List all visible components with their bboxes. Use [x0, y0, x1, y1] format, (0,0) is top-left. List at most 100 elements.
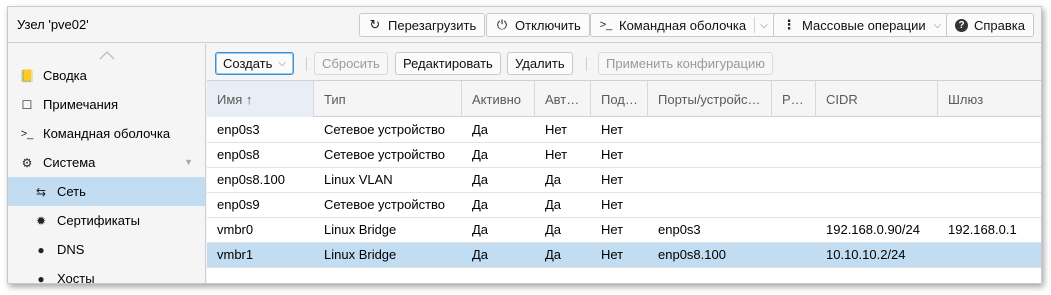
sidebar-item-label: Примечания — [43, 97, 119, 112]
cell-ports — [648, 193, 658, 217]
sidebar-item-notes[interactable]: ☐ Примечания — [8, 90, 205, 119]
edit-button[interactable]: Редактировать — [395, 52, 501, 75]
sidebar-item-network[interactable]: ⇆ Сеть — [8, 177, 205, 206]
collapse-chevron-icon[interactable]: ▼ — [184, 157, 193, 167]
network-panel: Создать ⌵ Сбросить Редактировать Удалить… — [207, 44, 1041, 283]
note-icon: ☐ — [21, 97, 33, 112]
terminal-icon: >_ — [20, 127, 34, 140]
reboot-label: Перезагрузить — [388, 17, 477, 33]
bulk-actions-button[interactable]: ⋮ Массовые операции ⌵ — [773, 13, 951, 37]
globe-icon: ● — [37, 242, 45, 257]
table-row[interactable]: enp0s8.100 Linux VLAN Да Да Нет — [207, 168, 1041, 193]
cell-vlan-aware: Нет — [601, 247, 624, 262]
column-header-type[interactable]: Тип — [314, 81, 462, 117]
revert-button[interactable]: Сбросить — [314, 52, 388, 75]
column-header-active[interactable]: Активно — [462, 81, 535, 117]
column-header-gateway[interactable]: Шлюз — [938, 81, 1041, 117]
column-header-autostart[interactable]: Авт… — [535, 81, 591, 117]
cell-gateway — [938, 193, 948, 217]
chevron-down-icon[interactable]: ⌵ — [760, 20, 768, 31]
cell-type: Сетевое устройство — [324, 197, 446, 212]
table-row[interactable]: enp0s8 Сетевое устройство Да Нет Нет — [207, 143, 1041, 168]
sidebar-item-summary[interactable]: 📒 Сводка — [8, 61, 205, 90]
table-row[interactable]: vmbr0 Linux Bridge Да Да Нет enp0s3 192.… — [207, 218, 1041, 243]
shutdown-label: Отключить — [515, 17, 581, 33]
terminal-icon: >_ — [599, 19, 613, 31]
cell-autostart: Нет — [545, 122, 568, 137]
cell-cidr: 10.10.10.2/24 — [826, 247, 906, 262]
cell-name: vmbr0 — [217, 222, 254, 237]
grid-body: enp0s3 Сетевое устройство Да Нет Нет enp… — [207, 118, 1041, 268]
column-header-ports[interactable]: Порты/устройс… — [648, 81, 772, 117]
create-label: Создать — [223, 56, 273, 71]
sidebar-item-label: Хосты — [57, 271, 95, 284]
cell-type: Сетевое устройство — [324, 122, 446, 137]
chevron-down-icon: ⌵ — [278, 58, 286, 69]
cell-active: Да — [472, 172, 489, 187]
cell-name: enp0s8 — [217, 147, 260, 162]
certificate-icon: ✹ — [35, 213, 47, 228]
shell-button[interactable]: >_ Командная оболочка ⌵ — [590, 13, 777, 37]
ellipsis-vertical-icon: ⋮ — [782, 17, 796, 32]
bulk-actions-label: Массовые операции — [802, 17, 926, 33]
shutdown-button[interactable]: ⏻ Отключить — [486, 13, 590, 37]
node-sidebar: 📒 Сводка ☐ Примечания >_ Командная оболо… — [8, 44, 206, 284]
help-button[interactable]: ? Справка — [946, 13, 1034, 37]
create-button[interactable]: Создать ⌵ — [215, 52, 294, 75]
cell-type: Linux VLAN — [324, 172, 393, 187]
scroll-up-icon[interactable] — [99, 50, 115, 60]
question-circle-icon: ? — [955, 18, 968, 32]
remove-label: Удалить — [515, 56, 565, 71]
toolbar-divider — [586, 57, 587, 71]
cell-autostart: Нет — [545, 147, 568, 162]
sidebar-item-label: Сертификаты — [57, 213, 140, 228]
cell-name: enp0s8.100 — [217, 172, 285, 187]
network-toolbar: Создать ⌵ Сбросить Редактировать Удалить… — [207, 44, 1041, 81]
node-panel: Узел 'pve02' ↻ Перезагрузить ⏻ Отключить… — [7, 6, 1042, 284]
cell-cidr — [816, 118, 826, 142]
help-label: Справка — [974, 17, 1025, 33]
cell-ports — [648, 118, 658, 142]
sidebar-item-label: DNS — [57, 242, 85, 257]
remove-button[interactable]: Удалить — [507, 52, 573, 75]
grid-header: Имя ↑ Тип Активно Авт… Под… Порты/устрой… — [207, 81, 1041, 117]
cell-ports: enp0s3 — [658, 222, 701, 237]
sidebar-item-certificates[interactable]: ✹ Сертификаты — [8, 206, 205, 235]
column-header-vlan-aware[interactable]: Под… — [591, 81, 648, 117]
sidebar-item-system[interactable]: ⚙ Система ▼ — [8, 148, 205, 177]
chevron-down-icon: ⌵ — [933, 19, 942, 31]
cell-cidr — [816, 143, 826, 167]
book-icon: 📒 — [19, 68, 35, 83]
reboot-button[interactable]: ↻ Перезагрузить — [359, 13, 486, 37]
power-icon: ⏻ — [496, 17, 508, 32]
cell-gateway — [938, 143, 948, 167]
cell-vlan-aware: Нет — [601, 197, 624, 212]
cell-cidr — [816, 168, 826, 192]
column-header-cidr[interactable]: CIDR — [816, 81, 938, 117]
cell-name: enp0s3 — [217, 122, 260, 137]
column-header-bond-mode[interactable]: Р… — [772, 81, 816, 117]
sidebar-item-label: Сводка — [43, 68, 87, 83]
cell-ports — [648, 168, 658, 192]
sidebar-item-label: Система — [43, 155, 96, 170]
sidebar-item-shell[interactable]: >_ Командная оболочка — [8, 119, 205, 148]
apply-config-button[interactable]: Применить конфигурацию — [598, 52, 773, 75]
sidebar-item-dns[interactable]: ● DNS — [8, 235, 205, 264]
table-row[interactable]: enp0s9 Сетевое устройство Да Да Нет — [207, 193, 1041, 218]
sidebar-item-label: Сеть — [57, 184, 86, 199]
cell-cidr: 192.168.0.90/24 — [826, 222, 920, 237]
cell-vlan-aware: Нет — [601, 172, 624, 187]
column-header-name[interactable]: Имя ↑ — [207, 81, 314, 117]
revert-label: Сбросить — [322, 56, 380, 71]
cogs-icon: ⚙ — [21, 155, 33, 170]
cell-active: Да — [472, 147, 489, 162]
split-divider — [754, 17, 756, 33]
toolbar-divider — [306, 57, 307, 71]
cell-vlan-aware: Нет — [601, 147, 624, 162]
table-row[interactable]: enp0s3 Сетевое устройство Да Нет Нет — [207, 118, 1041, 143]
cell-active: Да — [472, 122, 489, 137]
table-row-selected[interactable]: vmbr1 Linux Bridge Да Да Нет enp0s8.100 … — [207, 243, 1041, 268]
cell-autostart: Да — [545, 247, 562, 262]
cell-autostart: Да — [545, 197, 562, 212]
sidebar-item-hosts[interactable]: ● Хосты — [8, 264, 205, 284]
